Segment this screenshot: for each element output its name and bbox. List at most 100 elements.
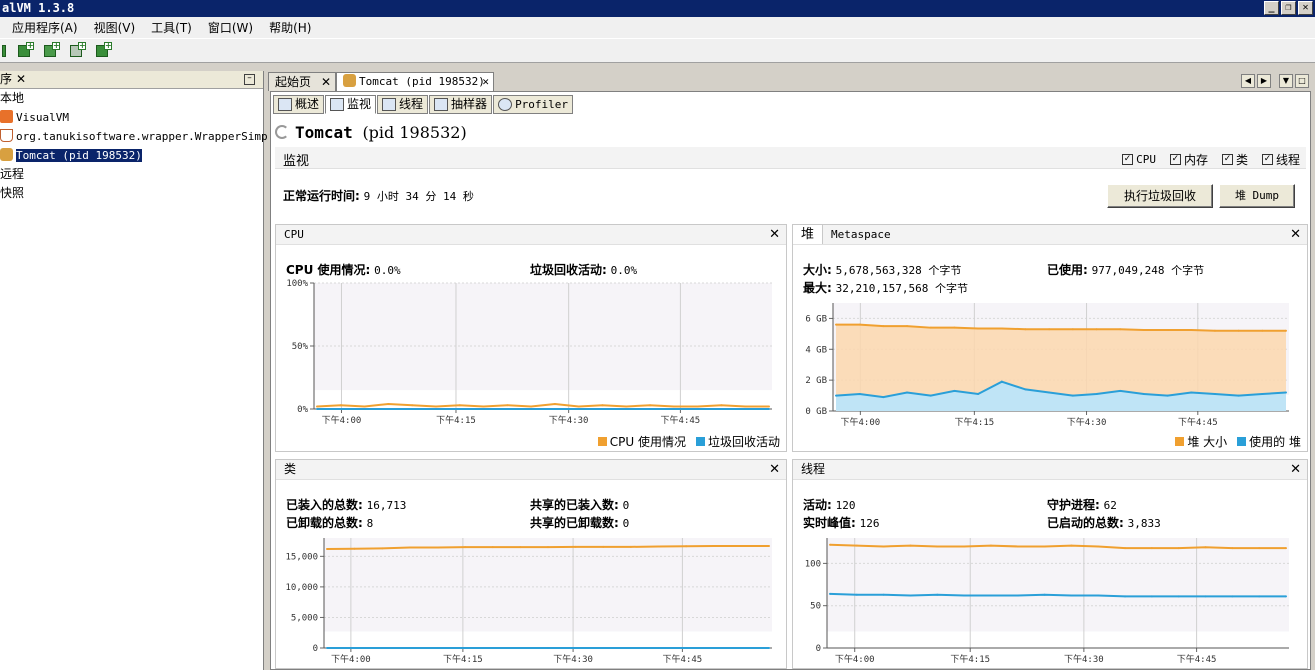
scroll-right-icon[interactable]: ▶ — [1257, 74, 1271, 88]
data-point — [519, 546, 522, 549]
tab-threads[interactable]: 线程 — [377, 95, 429, 114]
data-point — [696, 408, 699, 410]
tree-node-visualvm[interactable]: VisualVM — [0, 108, 263, 127]
monitor-checkboxes: ✓ CPU ✓ 内存 ✓ 类 ✓ 线程 — [1122, 151, 1300, 168]
x-tick-label: 下午4:45 — [661, 414, 701, 426]
tree-node-local[interactable]: 本地 — [0, 89, 263, 108]
data-point — [906, 325, 909, 328]
applications-tab-label[interactable]: 序 — [0, 72, 12, 86]
data-point — [601, 404, 604, 407]
heap-used-stat: 已使用: 977,049,248 个字节 — [1047, 263, 1205, 277]
data-point — [740, 647, 743, 649]
data-point — [1070, 544, 1073, 547]
data-point — [712, 647, 715, 649]
tree-node-remote[interactable]: 远程 — [0, 165, 263, 184]
tab-tomcat[interactable]: Tomcat (pid 198532) ✕ — [336, 72, 494, 91]
orange-swatch-icon — [1175, 437, 1185, 446]
data-point — [1000, 380, 1003, 383]
data-point — [436, 647, 439, 649]
add-snapshot-icon[interactable]: + — [68, 41, 86, 60]
data-point — [353, 547, 356, 550]
close-icon[interactable]: ✕ — [482, 73, 489, 91]
menu-tools[interactable]: 工具(T) — [151, 19, 192, 36]
close-icon[interactable]: ✕ — [1290, 460, 1301, 479]
data-point — [506, 408, 509, 410]
checkmark-icon: ✓ — [1221, 154, 1233, 165]
data-point — [989, 594, 992, 597]
shared-loaded-stat: 共享的已装入数: 0 — [530, 498, 630, 512]
threads-checkbox[interactable]: ✓ 线程 — [1261, 151, 1300, 168]
tab-start-page[interactable]: 起始页 ✕ — [268, 72, 336, 91]
y-tick-label: 100% — [286, 279, 308, 289]
minimize-icon[interactable]: _ — [1264, 1, 1279, 15]
data-point — [1097, 545, 1100, 548]
document-tabs: 起始页 ✕ Tomcat (pid 198532) ✕ ◀ ▶ ▼ □ — [268, 71, 1315, 91]
data-point — [1150, 595, 1153, 598]
data-point — [858, 323, 861, 326]
tree-node-wrapper[interactable]: org.tanukisoftware.wrapper.WrapperSimple… — [0, 127, 288, 146]
open-icon[interactable] — [2, 42, 8, 60]
close-icon[interactable]: ✕ — [1290, 225, 1301, 244]
close-icon[interactable]: ✕ — [1298, 1, 1313, 15]
data-point — [1097, 594, 1100, 597]
shared-unloaded-stat: 共享的已卸载数: 0 — [530, 516, 630, 530]
tab-overview[interactable]: 概述 — [273, 95, 325, 114]
data-point — [936, 545, 939, 548]
memory-checkbox[interactable]: ✓ 内存 — [1169, 151, 1208, 168]
menu-window[interactable]: 窗口(W) — [208, 19, 253, 36]
tab-sampler[interactable]: 抽样器 — [429, 95, 493, 114]
unloaded-classes-stat: 已卸载的总数: 8 — [286, 516, 374, 530]
perform-gc-button[interactable]: 执行垃圾回收 — [1107, 184, 1213, 208]
data-point — [768, 405, 770, 408]
menu-application[interactable]: 应用程序(A) — [12, 19, 78, 36]
tab-profiler[interactable]: Profiler — [493, 95, 574, 114]
y-tick-label: 15,000 — [285, 552, 318, 562]
blue-swatch-icon — [1237, 437, 1247, 446]
data-point — [574, 545, 577, 548]
menu-help[interactable]: 帮助(H) — [269, 19, 311, 36]
data-point — [657, 647, 660, 649]
y-tick-label: 100 — [805, 559, 821, 569]
close-icon[interactable]: ✕ — [769, 460, 780, 479]
data-point — [1237, 329, 1240, 332]
menu-view[interactable]: 视图(V) — [94, 19, 136, 36]
minimize-icon[interactable]: – — [244, 74, 255, 85]
tree-node-snapshots[interactable]: 快照 — [0, 184, 263, 203]
close-icon[interactable]: ✕ — [321, 73, 331, 91]
cpu-checkbox[interactable]: ✓ CPU — [1122, 151, 1156, 168]
data-point — [506, 404, 509, 407]
classes-checkbox[interactable]: ✓ 类 — [1221, 151, 1248, 168]
data-point — [672, 408, 675, 410]
data-point — [855, 593, 858, 596]
tab-heap[interactable]: 堆 — [793, 225, 824, 244]
cpu-usage-stat: CPU 使用情况: 0.0% — [286, 263, 401, 277]
data-point — [547, 647, 549, 649]
tab-list-icon[interactable]: ▼ — [1279, 74, 1293, 88]
add-jmx-icon[interactable]: + — [16, 41, 34, 60]
restore-icon[interactable]: ❐ — [1281, 1, 1296, 15]
data-point — [1231, 595, 1234, 598]
tree-node-tomcat[interactable]: Tomcat (pid 198532) — [0, 146, 263, 165]
x-tick-label: 下午4:15 — [950, 653, 990, 665]
window-title: alVM 1.3.8 — [2, 1, 75, 15]
scroll-left-icon[interactable]: ◀ — [1241, 74, 1255, 88]
add-remote-host-icon[interactable]: + — [42, 41, 60, 60]
data-point — [1285, 595, 1287, 598]
close-icon[interactable]: ✕ — [16, 71, 26, 88]
data-point — [1258, 547, 1261, 550]
add-coredump-icon[interactable]: + — [94, 41, 112, 60]
heap-dump-button[interactable]: 堆 Dump — [1219, 184, 1295, 208]
threads-chart: 0 50 100 下午4:00 下午4:15 下午4:30 下午4:45 — [805, 538, 1289, 665]
data-point — [326, 548, 328, 550]
x-tick-label: 下午4:00 — [841, 416, 881, 428]
y-tick-label: 2 GB — [805, 376, 827, 386]
x-tick-label: 下午4:45 — [1178, 416, 1218, 428]
main-area: 起始页 ✕ Tomcat (pid 198532) ✕ ◀ ▶ ▼ □ 概述 监视 … — [268, 71, 1315, 670]
data-point — [1177, 595, 1180, 598]
tab-metaspace[interactable]: Metaspace — [823, 225, 899, 244]
maximize-icon[interactable]: □ — [1295, 74, 1309, 88]
data-point — [482, 408, 485, 410]
x-tick-label: 下午4:00 — [835, 653, 875, 665]
close-icon[interactable]: ✕ — [769, 225, 780, 244]
tab-monitor[interactable]: 监视 — [325, 95, 377, 114]
